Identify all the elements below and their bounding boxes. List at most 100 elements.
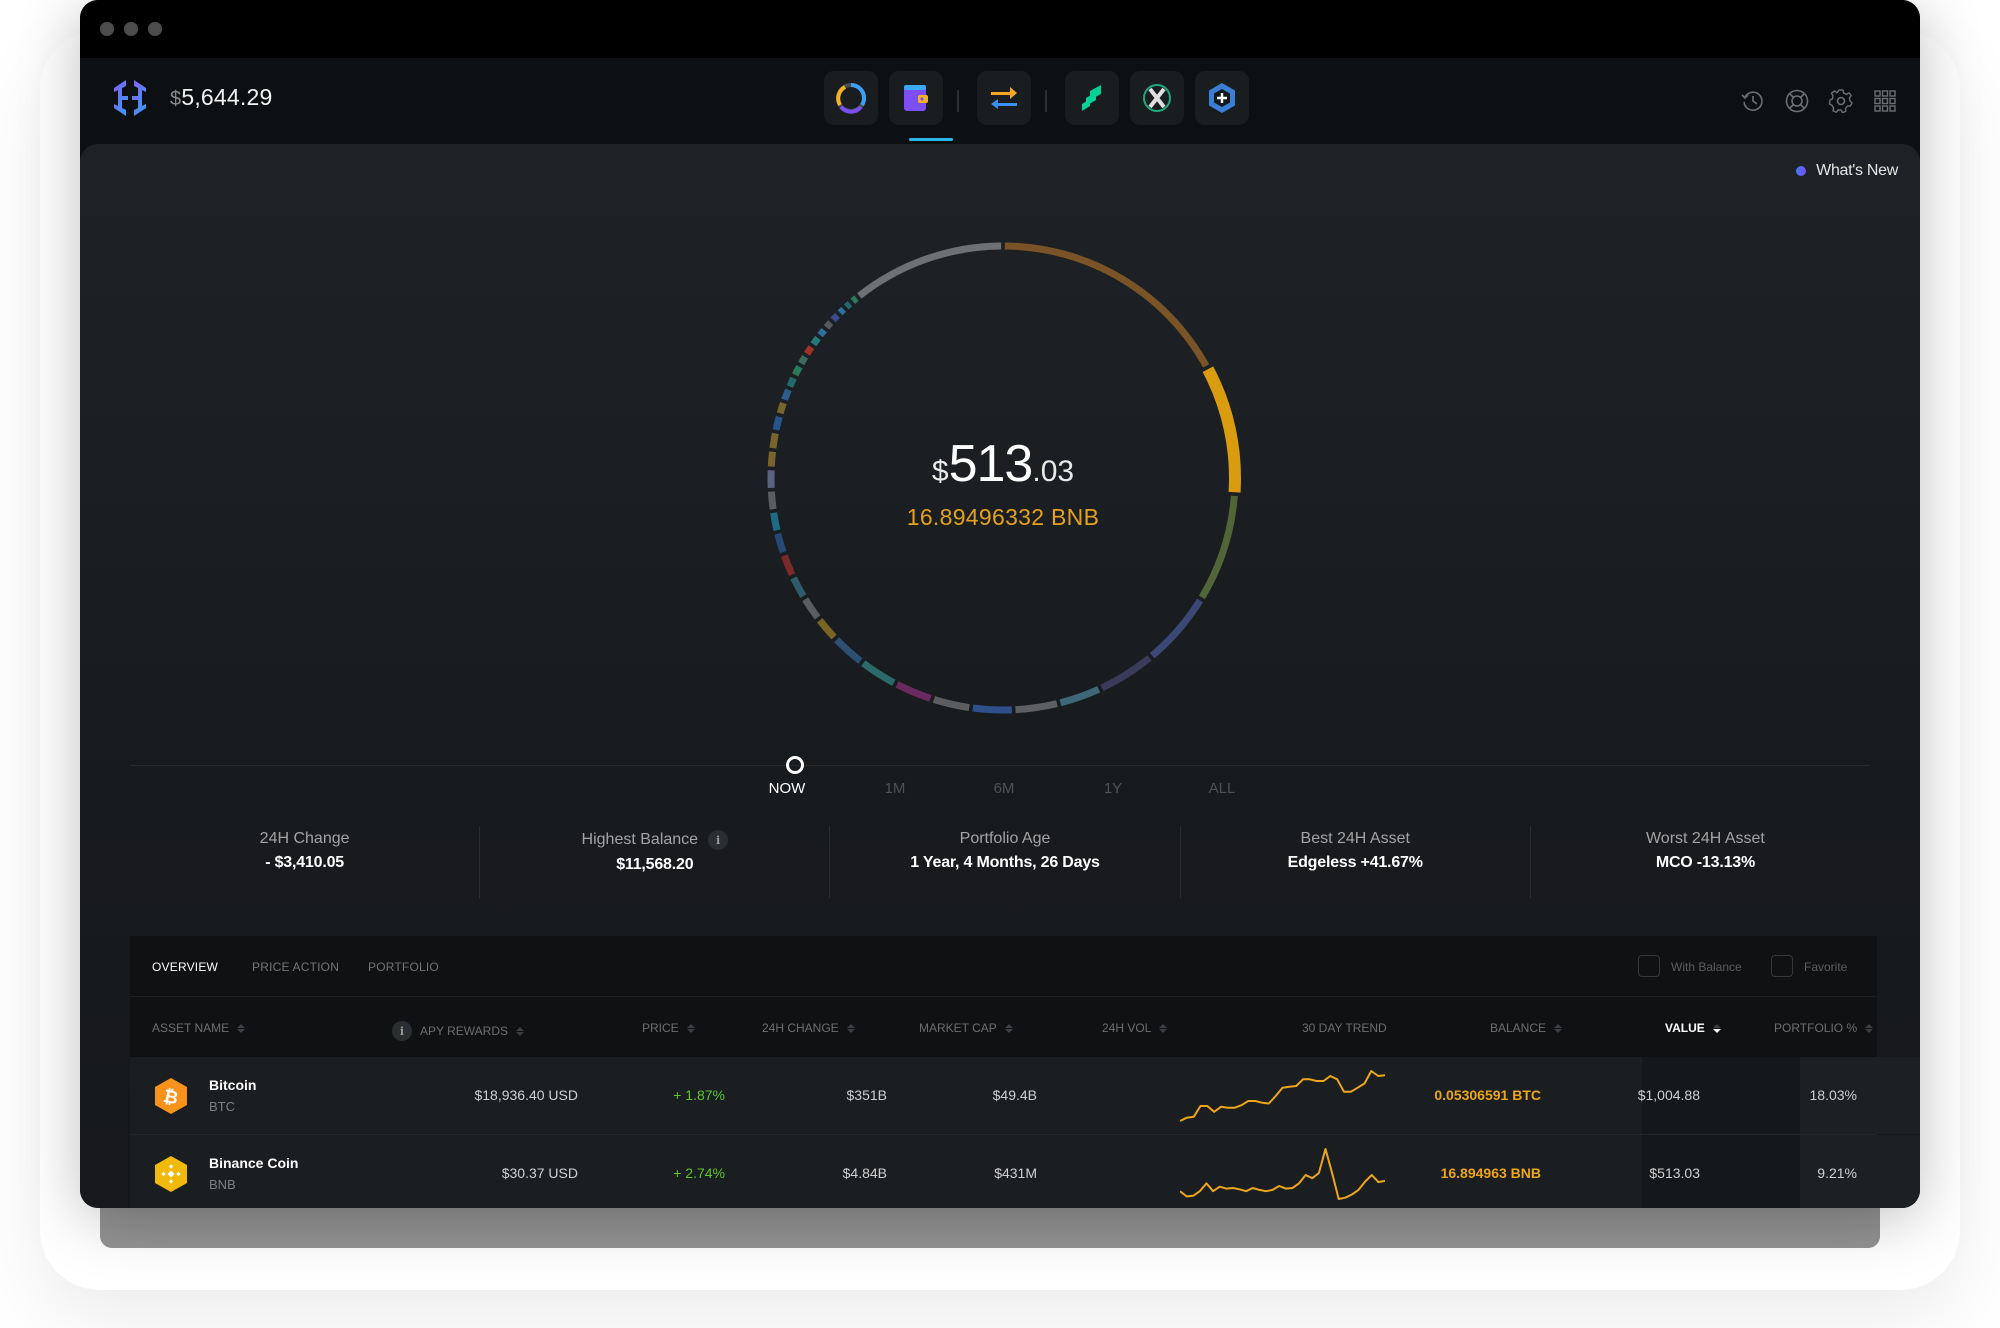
col-balance[interactable]: BALANCE <box>1490 1021 1563 1035</box>
title-bar <box>80 0 1920 58</box>
ring-segment[interactable] <box>1100 655 1152 691</box>
help-icon[interactable] <box>1784 88 1810 114</box>
app-window: $5,644.29 What's New $513.03 16.89496332… <box>80 0 1920 1208</box>
timeline-1m[interactable]: 1M <box>885 780 906 797</box>
ring-segment[interactable] <box>834 637 863 664</box>
ring-segment[interactable] <box>786 376 797 388</box>
sort-icon <box>1554 1023 1563 1033</box>
stat-portfolio-age: Portfolio Age 1 Year, 4 Months, 26 Days <box>830 826 1181 898</box>
market-cap-cell: $4.84B <box>842 1165 887 1181</box>
ring-segment[interactable] <box>817 618 837 640</box>
ring-segment[interactable] <box>1015 700 1058 714</box>
change-cell: + 1.87% <box>673 1087 725 1103</box>
value-cell: $1,004.88 <box>1637 1087 1700 1103</box>
portfolio-pct-cell: 18.03% <box>1809 1087 1857 1103</box>
price-cell: $18,936.40 USD <box>474 1087 578 1103</box>
change-cell: + 2.74% <box>673 1165 725 1181</box>
with-balance-checkbox[interactable] <box>1638 955 1660 977</box>
sort-icon <box>516 1026 525 1036</box>
ring-segment[interactable] <box>1059 686 1101 707</box>
sparkline-path <box>1180 1070 1385 1122</box>
col-asset-name[interactable]: ASSET NAME <box>152 1021 246 1035</box>
ring-segment[interactable] <box>850 295 859 304</box>
window-maximize-button[interactable] <box>148 22 162 36</box>
sort-icon <box>1865 1023 1874 1033</box>
ring-segment[interactable] <box>830 312 841 323</box>
whats-new-link[interactable]: What's New <box>1796 162 1898 180</box>
ring-segment[interactable] <box>823 320 834 330</box>
nav-wallet-button[interactable] <box>889 71 943 125</box>
col-price[interactable]: PRICE <box>642 1021 695 1035</box>
timeline-track <box>130 765 1870 766</box>
ring-segment[interactable] <box>781 388 792 401</box>
app-header: $5,644.29 <box>80 58 1920 144</box>
col-apy-rewards[interactable]: i APY REWARDS <box>392 1021 525 1041</box>
ring-segment[interactable] <box>802 597 821 620</box>
with-balance-label[interactable]: With Balance <box>1671 960 1742 974</box>
ring-segment[interactable] <box>1004 242 1210 368</box>
portfolio-icon <box>836 82 867 114</box>
stat-highest-balance: Highest Balance i $11,568.20 <box>480 826 831 898</box>
info-icon[interactable]: i <box>708 830 729 850</box>
selected-asset-balance: 16.89496332 BNB <box>906 504 1100 530</box>
table-row[interactable]: Binance Coin BNB $30.37 USD + 2.74% $4.8… <box>130 1135 1920 1208</box>
sparkline-path <box>1180 1148 1385 1200</box>
ring-segment[interactable] <box>1149 598 1204 659</box>
ring-segment[interactable] <box>932 696 970 711</box>
ring-segment[interactable] <box>817 327 827 338</box>
ring-segment[interactable] <box>772 415 783 431</box>
timeline-6m[interactable]: 6M <box>994 780 1015 797</box>
ring-segment[interactable] <box>837 306 847 316</box>
selected-asset-value: $513.03 <box>931 435 1075 493</box>
nav-separator <box>957 90 959 112</box>
apps-grid-icon[interactable] <box>1872 88 1898 114</box>
nav-portfolio-button[interactable] <box>824 71 878 125</box>
ring-segment[interactable] <box>895 681 932 702</box>
favorite-label[interactable]: Favorite <box>1804 960 1847 974</box>
sort-desc-icon <box>1712 1023 1721 1033</box>
favorite-checkbox[interactable] <box>1771 955 1793 977</box>
timeline-1y[interactable]: 1Y <box>1104 780 1122 797</box>
window-close-button[interactable] <box>100 22 114 36</box>
ring-segment[interactable] <box>781 554 796 577</box>
ring-segment[interactable] <box>843 300 853 310</box>
nav-separator <box>1045 90 1047 112</box>
timeline-handle[interactable] <box>786 756 804 774</box>
col-24h-vol[interactable]: 24H VOL <box>1102 1021 1168 1035</box>
ring-segment[interactable] <box>804 345 815 356</box>
tab-portfolio[interactable]: PORTFOLIO <box>368 960 439 974</box>
sort-icon <box>846 1023 855 1033</box>
sort-icon <box>1004 1023 1013 1033</box>
tab-overview[interactable]: OVERVIEW <box>152 960 218 974</box>
ring-segment[interactable] <box>774 532 787 554</box>
col-portfolio-pct[interactable]: PORTFOLIO % <box>1774 1021 1874 1035</box>
nav-add-app-button[interactable] <box>1195 71 1249 125</box>
history-icon[interactable] <box>1740 88 1766 114</box>
timeline-all[interactable]: ALL <box>1209 780 1236 797</box>
volume-cell: $49.4B <box>992 1087 1037 1103</box>
window-minimize-button[interactable] <box>124 22 138 36</box>
ring-segment[interactable] <box>972 704 1012 714</box>
col-market-cap[interactable]: MARKET CAP <box>919 1021 1013 1035</box>
ring-segment[interactable] <box>861 660 896 686</box>
nav-compound-app-button[interactable] <box>1065 71 1119 125</box>
add-app-icon <box>1209 83 1235 113</box>
ring-segment[interactable] <box>810 335 821 347</box>
ring-segment[interactable] <box>790 576 807 598</box>
nav-x-app-button[interactable] <box>1130 71 1184 125</box>
portfolio-view: What's New $513.03 16.89496332 BNB NOW 1… <box>80 144 1920 1208</box>
bitcoin-icon: ₿ <box>155 1078 187 1114</box>
tab-price-action[interactable]: PRICE ACTION <box>252 960 339 974</box>
ring-segment[interactable] <box>776 402 787 415</box>
ring-segment[interactable] <box>792 365 803 377</box>
info-icon[interactable]: i <box>392 1021 412 1041</box>
ring-segment[interactable] <box>798 355 809 366</box>
nav-exchange-button[interactable] <box>977 71 1031 125</box>
wallet-icon <box>904 85 928 111</box>
col-24h-change[interactable]: 24H CHANGE <box>762 1021 855 1035</box>
table-row[interactable]: ₿ Bitcoin BTC $18,936.40 USD + 1.87% $35… <box>130 1057 1920 1135</box>
col-value[interactable]: VALUE <box>1665 1021 1721 1035</box>
timeline-now[interactable]: NOW <box>769 780 806 797</box>
ring-segment[interactable] <box>857 242 1002 299</box>
settings-icon[interactable] <box>1828 88 1854 114</box>
